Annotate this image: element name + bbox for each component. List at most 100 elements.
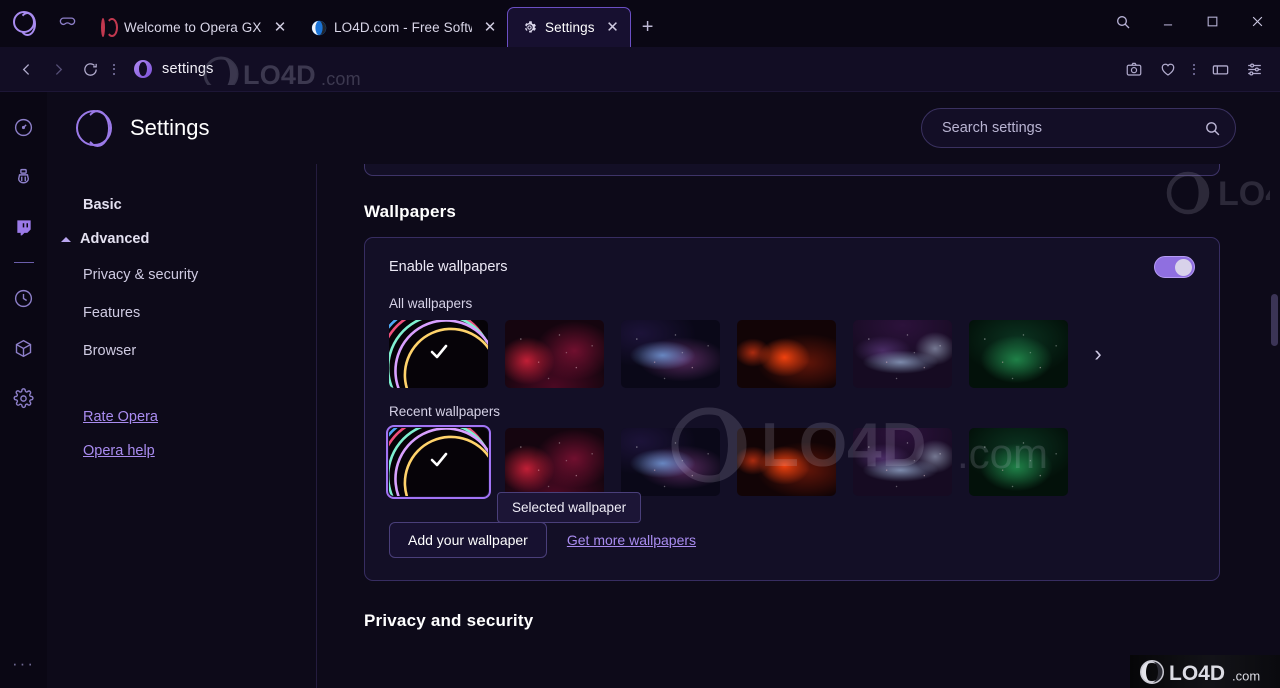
tab-settings[interactable]: Settings ✕ — [507, 7, 631, 47]
search-icon — [1116, 15, 1129, 28]
forward-arrow-icon — [55, 63, 62, 75]
vertical-dots-icon — [1193, 63, 1195, 66]
wallpaper-orange-flare[interactable] — [737, 320, 836, 388]
sidebar-item-twitch[interactable] — [0, 202, 47, 252]
gx-control-icon — [14, 118, 33, 136]
scrollbar-thumb[interactable] — [1271, 294, 1278, 346]
window-minimize-button[interactable] — [1145, 0, 1190, 43]
wallpaper-rainbow-arcs[interactable] — [389, 320, 488, 388]
recent-wallpaper-blue-galaxy[interactable] — [621, 428, 720, 496]
selected-check-icon — [427, 340, 451, 369]
heart-icon — [1161, 63, 1175, 76]
toolbar-actions — [1118, 53, 1270, 85]
forward-button[interactable] — [42, 53, 74, 85]
section-title-privacy-and-security: Privacy and security — [364, 611, 534, 630]
nav-item-browser[interactable]: Browser — [83, 332, 316, 370]
address-bar-input[interactable]: settings LO4D .com — [152, 53, 1112, 85]
wallpaper-thumbnail — [505, 320, 604, 388]
previous-settings-card-partial — [364, 164, 1220, 176]
wallpaper-thumbnail — [621, 320, 720, 388]
new-tab-button[interactable]: + — [631, 8, 665, 47]
sidebar-panel-button[interactable] — [1204, 53, 1236, 85]
tab-title: Settings — [545, 20, 595, 35]
wallpaper-green-particles[interactable] — [969, 320, 1068, 388]
sidebar-panel-icon — [1212, 64, 1228, 74]
nav-item-basic[interactable]: Basic — [83, 188, 316, 222]
sidebar-item-gx-control[interactable] — [0, 102, 47, 152]
recent-wallpaper-orange-flare[interactable] — [737, 428, 836, 496]
enable-wallpapers-toggle[interactable] — [1154, 256, 1195, 278]
wallpaper-thumbnail — [737, 320, 836, 388]
opera-menu-button[interactable] — [0, 0, 47, 47]
section-title-wallpapers: Wallpapers — [364, 202, 457, 221]
page-menu-button[interactable] — [106, 53, 122, 85]
link-opera-help[interactable]: Opera help — [83, 434, 316, 468]
lo4d-icon — [311, 20, 327, 36]
title-bar: Welcome to Opera GX! ✕ LO4D.com - Free S… — [0, 0, 1280, 47]
gamepad-icon — [59, 17, 75, 26]
reload-button[interactable] — [74, 53, 106, 85]
recent-wallpaper-rainbow-arcs[interactable] — [386, 425, 491, 499]
add-to-favorites-button[interactable] — [1152, 53, 1184, 85]
navigation-toolbar: settings LO4D .com — [0, 47, 1280, 92]
window-close-button[interactable] — [1235, 0, 1280, 43]
snapshot-button[interactable] — [1118, 53, 1150, 85]
sidebar-item-extensions[interactable] — [0, 323, 47, 373]
window-controls — [1100, 0, 1280, 47]
settings-content: Wallpapers Enable wallpapers All wallpap… — [317, 164, 1280, 688]
maximize-icon — [1207, 16, 1218, 27]
nav-item-advanced-label: Advanced — [80, 231, 150, 247]
wallpaper-thumbnail — [621, 428, 720, 496]
all-wallpapers-row: › — [389, 320, 1195, 388]
back-button[interactable] — [10, 53, 42, 85]
recent-wallpapers-label: Recent wallpapers — [389, 404, 501, 419]
extensions-cube-icon — [15, 339, 32, 357]
nav-item-advanced[interactable]: Advanced — [61, 222, 316, 256]
tab-close-button[interactable]: ✕ — [479, 17, 501, 39]
wallpaper-purple-wave[interactable] — [853, 320, 952, 388]
add-your-wallpaper-button[interactable]: Add your wallpaper — [389, 522, 547, 558]
gx-cleaner-icon — [17, 168, 30, 183]
search-placeholder: Search settings — [942, 120, 1042, 136]
svg-text:LO4D: LO4D — [1169, 662, 1225, 685]
chevron-up-icon — [61, 236, 71, 242]
settings-gear-icon — [13, 387, 34, 408]
nav-item-features[interactable]: Features — [83, 294, 316, 332]
sidebar-rail: ··· — [0, 92, 47, 688]
get-more-wallpapers-link[interactable]: Get more wallpapers — [567, 532, 696, 548]
svg-text:LO4D: LO4D — [243, 60, 316, 85]
settings-side-nav: Basic Advanced Privacy & security Featur… — [47, 164, 317, 688]
tab-welcome-to-opera-gx[interactable]: Welcome to Opera GX! ✕ — [87, 8, 297, 47]
tab-lo4d-com[interactable]: LO4D.com - Free Software ✕ — [297, 8, 507, 47]
minimize-icon — [1163, 23, 1172, 25]
tab-close-button[interactable]: ✕ — [602, 17, 624, 39]
sidebar-item-history[interactable] — [0, 273, 47, 323]
link-rate-opera[interactable]: Rate Opera — [83, 400, 316, 434]
opera-logo-icon — [12, 10, 36, 36]
recent-wallpaper-red-nebula[interactable] — [505, 428, 604, 496]
sidebar-overflow-button[interactable]: ··· — [0, 654, 47, 674]
selected-check-icon — [427, 448, 451, 477]
wallpaper-red-nebula[interactable] — [505, 320, 604, 388]
sidebar-item-settings[interactable] — [0, 373, 47, 423]
wallpaper-blue-galaxy[interactable] — [621, 320, 720, 388]
recent-wallpaper-green-particles[interactable] — [969, 428, 1068, 496]
settings-body: Basic Advanced Privacy & security Featur… — [47, 164, 1280, 688]
wallpaper-thumbnail — [969, 320, 1068, 388]
lo4d-logo-icon: LO4D .com — [1140, 659, 1260, 685]
wallpapers-next-button[interactable]: › — [1085, 320, 1111, 388]
enable-wallpapers-row: Enable wallpapers — [389, 238, 1195, 296]
gx-corner-button[interactable] — [47, 0, 87, 47]
search-settings-input[interactable]: Search settings — [921, 108, 1236, 148]
content-scrollbar[interactable] — [1270, 164, 1280, 688]
easy-setup-button[interactable] — [1238, 53, 1270, 85]
extensions-menu-button[interactable] — [1186, 53, 1202, 85]
nav-item-privacy-and-security[interactable]: Privacy & security — [83, 256, 316, 294]
window-search-button[interactable] — [1100, 0, 1145, 43]
recent-wallpaper-purple-wave[interactable] — [853, 428, 952, 496]
tab-close-button[interactable]: ✕ — [269, 17, 291, 39]
window-maximize-button[interactable] — [1190, 0, 1235, 43]
page-title: Settings — [130, 115, 210, 140]
sidebar-item-gx-cleaner[interactable] — [0, 152, 47, 202]
